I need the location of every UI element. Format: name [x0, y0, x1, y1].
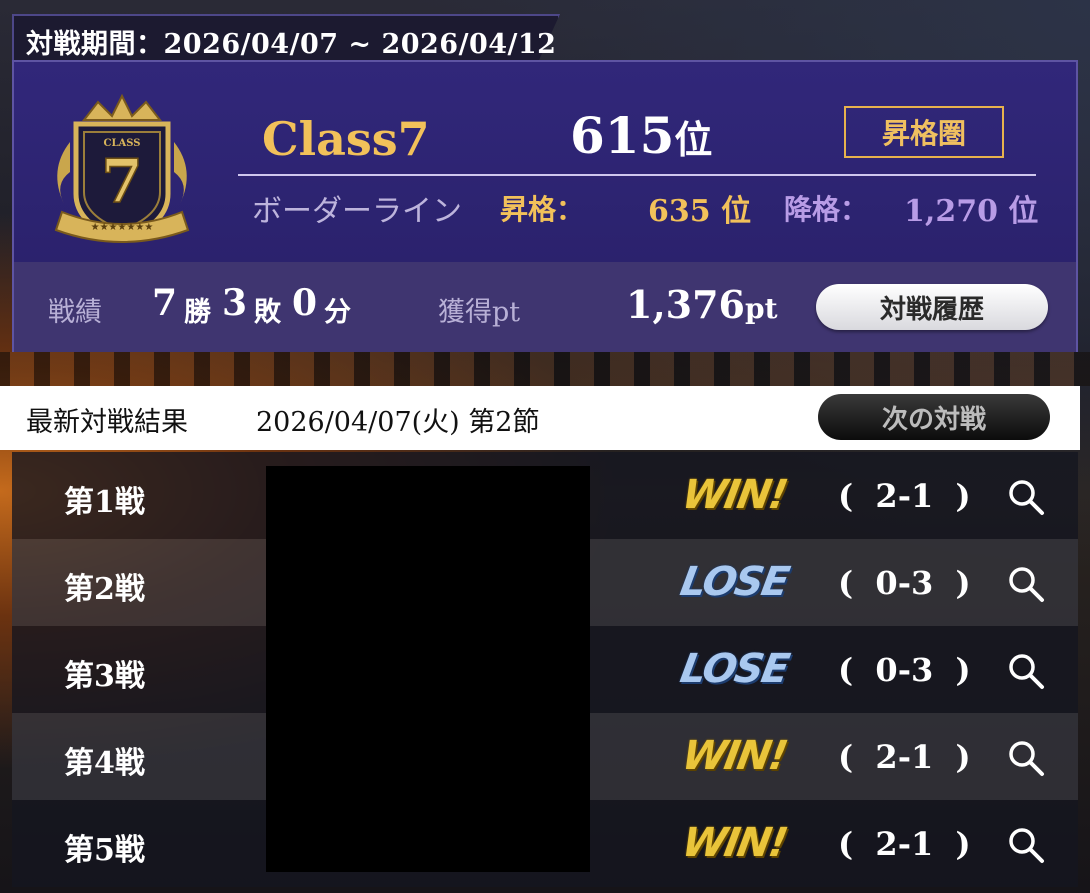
lose-badge: LOSE: [676, 646, 792, 692]
svg-text:★★★★★★★: ★★★★★★★: [91, 222, 154, 233]
magnifier-icon[interactable]: [1006, 564, 1046, 604]
battle-history-button[interactable]: 対戦履歴: [816, 284, 1048, 330]
match-label: 第1戦: [64, 485, 145, 520]
draws-count: 0: [292, 282, 318, 324]
match-score: ( 2-1 ): [838, 477, 971, 515]
rank-number: 615: [570, 106, 675, 165]
match-label: 第5戦: [64, 833, 145, 868]
magnifier-icon[interactable]: [1006, 738, 1046, 778]
rank-unit: 位: [674, 117, 713, 162]
latest-result-bar: 最新対戦結果 2026/04/07(火) 第2節 次の対戦: [0, 386, 1080, 450]
class-name: Class7: [262, 112, 430, 166]
divider: [238, 174, 1036, 176]
points-number: 1,376: [626, 282, 745, 327]
magnifier-icon[interactable]: [1006, 477, 1046, 517]
record-label: 戦績: [48, 297, 102, 328]
match-score: ( 2-1 ): [838, 825, 971, 863]
current-rank: 615位: [570, 106, 712, 165]
match-label: 第4戦: [64, 746, 145, 781]
draws-unit: 分: [324, 297, 351, 328]
match-score: ( 0-3 ): [838, 564, 971, 602]
latest-result-date: 2026/04/07(火) 第2節: [256, 407, 540, 438]
svg-text:7: 7: [101, 147, 143, 217]
promotion-label: 昇格：: [500, 193, 585, 226]
background-colonnade: [0, 352, 1090, 386]
wins-count: 7: [152, 282, 178, 324]
points-value: 1,376pt: [626, 282, 778, 327]
match-score: ( 2-1 ): [838, 738, 971, 776]
match-score: ( 0-3 ): [838, 651, 971, 689]
latest-result-label: 最新対戦結果: [26, 407, 188, 438]
demotion-border-value: 1,270 位: [904, 194, 1039, 229]
match-label: 第3戦: [64, 659, 145, 694]
next-battle-button[interactable]: 次の対戦: [818, 394, 1050, 440]
demotion-label: 降格：: [784, 193, 869, 226]
lose-badge: LOSE: [676, 559, 792, 605]
redacted-opponent-area: [266, 466, 590, 872]
losses-count: 3: [222, 282, 248, 324]
magnifier-icon[interactable]: [1006, 825, 1046, 865]
battle-period: 対戦期間：2026/04/07 ~ 2026/04/12: [26, 29, 557, 60]
points-unit: pt: [745, 292, 778, 325]
class-crest-icon: CLASS 7 ★★★★★★★: [54, 93, 190, 243]
promotion-border-value: 635 位: [648, 194, 752, 229]
class-status-panel: CLASS 7 ★★★★★★★ Class7 615位 昇格圏 ボーダーライン …: [12, 60, 1078, 352]
points-label: 獲得pt: [438, 297, 521, 328]
promotion-zone-badge: 昇格圏: [844, 106, 1004, 158]
win-badge: WIN!: [678, 733, 790, 779]
wins-unit: 勝: [184, 297, 211, 328]
border-line-label: ボーダーライン: [252, 194, 462, 229]
losses-unit: 敗: [254, 297, 281, 328]
win-badge: WIN!: [678, 820, 790, 866]
match-label: 第2戦: [64, 572, 145, 607]
win-badge: WIN!: [678, 472, 790, 518]
magnifier-icon[interactable]: [1006, 651, 1046, 691]
